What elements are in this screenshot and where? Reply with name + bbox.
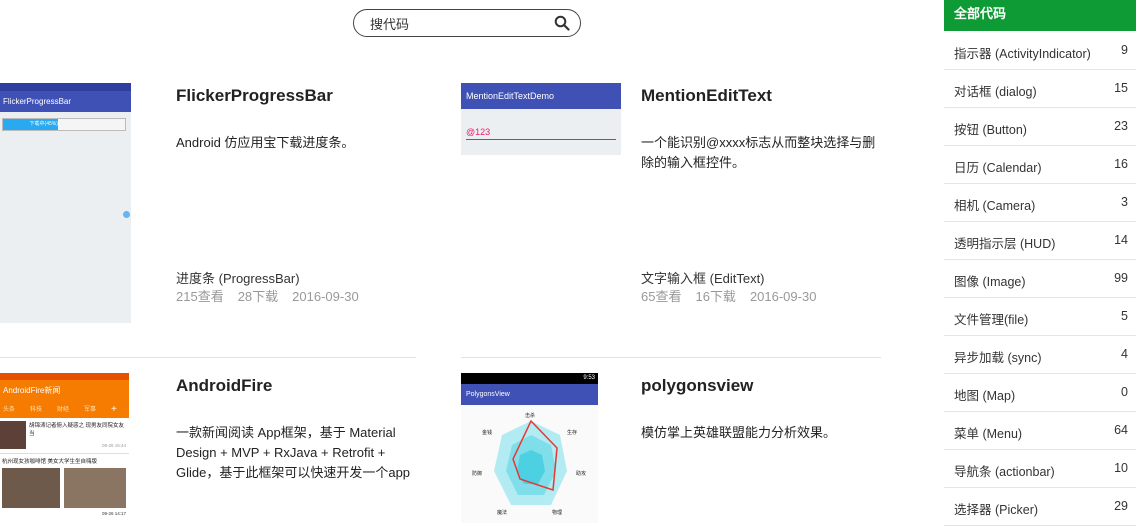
svg-text:生存: 生存 bbox=[567, 429, 577, 436]
project-thumbnail[interactable]: FlickerProgressBar 下载中(45%) bbox=[0, 83, 131, 323]
sidebar-item[interactable]: 日历 (Calendar) 16 bbox=[944, 146, 1136, 184]
news-headline: 胡锦涛记者俯入疑惑之 现男友同院女友当 bbox=[29, 423, 125, 437]
sidebar-item-count: 16 bbox=[1114, 157, 1128, 171]
sidebar-item-count: 3 bbox=[1121, 195, 1128, 209]
project-title[interactable]: MentionEditText bbox=[641, 86, 772, 106]
svg-text:魔法: 魔法 bbox=[497, 509, 507, 516]
svg-text:金钱: 金钱 bbox=[482, 429, 492, 436]
sidebar-item[interactable]: 指示器 (ActivityIndicator) 9 bbox=[944, 32, 1136, 70]
sidebar-item[interactable]: 按钮 (Button) 23 bbox=[944, 108, 1136, 146]
app-bar-title: MentionEditTextDemo bbox=[461, 83, 621, 109]
status-bar: 9:53 bbox=[461, 373, 598, 384]
sidebar-item[interactable]: 对话框 (dialog) 15 bbox=[944, 70, 1136, 108]
sidebar-header[interactable]: 全部代码 bbox=[944, 0, 1136, 31]
app-bar-title: FlickerProgressBar bbox=[0, 91, 131, 112]
project-category[interactable]: 文字输入框 (EditText) bbox=[641, 268, 765, 287]
search-input[interactable] bbox=[368, 13, 552, 35]
sidebar-item-count: 64 bbox=[1114, 423, 1128, 437]
sidebar-item[interactable]: 地图 (Map) 0 bbox=[944, 374, 1136, 412]
sidebar-item[interactable]: 导航条 (actionbar) 10 bbox=[944, 450, 1136, 488]
sidebar-item-label: 日历 (Calendar) bbox=[954, 161, 1042, 175]
publish-date: 2016-09-30 bbox=[749, 289, 817, 304]
sidebar-item-count: 9 bbox=[1121, 43, 1128, 57]
project-description: Android 仿应用宝下载进度条。 bbox=[176, 135, 355, 150]
news-headline: 杭州现女孩咖啡馆 美女大学生坐自嗨版 bbox=[2, 459, 98, 465]
row-divider bbox=[461, 357, 881, 358]
radar-chart: 击杀 生存 助攻 物理 魔法 防御 金钱 bbox=[472, 412, 586, 516]
row-divider bbox=[0, 357, 416, 358]
sidebar-item-count: 29 bbox=[1114, 499, 1128, 513]
sidebar-item-count: 99 bbox=[1114, 271, 1128, 285]
sidebar-item-label: 透明指示层 (HUD) bbox=[954, 237, 1056, 251]
sidebar-item-label: 按钮 (Button) bbox=[954, 123, 1027, 137]
publish-date: 2016-09-30 bbox=[292, 289, 359, 304]
sidebar-item-count: 15 bbox=[1114, 81, 1128, 95]
sidebar-item-label: 菜单 (Menu) bbox=[954, 427, 1023, 441]
progress-fill: 下载中(45%) bbox=[3, 119, 58, 130]
project-stats: 215查看 28下载 2016-09-30 bbox=[176, 286, 373, 305]
sidebar-item[interactable]: 菜单 (Menu) 64 bbox=[944, 412, 1136, 450]
download-count: 28下载 bbox=[237, 289, 279, 304]
sidebar-item[interactable]: 透明指示层 (HUD) 14 bbox=[944, 222, 1136, 260]
project-title[interactable]: AndroidFire bbox=[176, 376, 272, 396]
sidebar-item-label: 异步加载 (sync) bbox=[954, 351, 1042, 365]
sidebar-item-label: 图像 (Image) bbox=[954, 275, 1026, 289]
add-icon: + bbox=[111, 404, 117, 415]
download-count: 16下载 bbox=[695, 289, 736, 304]
sidebar-item-count: 4 bbox=[1121, 347, 1128, 361]
sidebar-item[interactable]: 文件管理(file) 5 bbox=[944, 298, 1136, 336]
sidebar-item-count: 23 bbox=[1114, 119, 1128, 133]
sidebar-item-label: 地图 (Map) bbox=[954, 389, 1016, 403]
svg-text:击杀: 击杀 bbox=[525, 412, 535, 419]
svg-text:物理: 物理 bbox=[552, 509, 562, 516]
sidebar-item-count: 5 bbox=[1121, 309, 1128, 323]
sidebar-item[interactable]: 异步加载 (sync) 4 bbox=[944, 336, 1136, 374]
sidebar-item-label: 选择器 (Picker) bbox=[954, 503, 1039, 517]
mention-text: @123 bbox=[466, 127, 491, 137]
sidebar-item-label: 文件管理(file) bbox=[954, 313, 1029, 327]
sidebar-item[interactable]: 图像 (Image) 99 bbox=[944, 260, 1136, 298]
project-thumbnail[interactable]: MentionEditTextDemo @123 bbox=[461, 83, 621, 155]
progress-bar: 下载中(45%) bbox=[2, 118, 126, 131]
view-count: 215查看 bbox=[176, 289, 224, 304]
sidebar-item-count: 14 bbox=[1114, 233, 1128, 247]
project-description: 一个能识别@xxxx标志从而整块选择与删除的输入框控件。 bbox=[641, 135, 876, 170]
svg-text:防御: 防御 bbox=[472, 470, 482, 477]
search-box[interactable] bbox=[353, 9, 581, 37]
sidebar-item-label: 相机 (Camera) bbox=[954, 199, 1036, 213]
sidebar-item-label: 导航条 (actionbar) bbox=[954, 465, 1055, 479]
news-image bbox=[0, 421, 26, 449]
news-image bbox=[64, 468, 126, 508]
input-underline bbox=[466, 139, 616, 140]
svg-text:助攻: 助攻 bbox=[576, 470, 586, 477]
sidebar-item[interactable]: 相机 (Camera) 3 bbox=[944, 184, 1136, 222]
project-title[interactable]: polygonsview bbox=[641, 376, 753, 396]
sidebar-item-count: 0 bbox=[1121, 385, 1128, 399]
sidebar-item-label: 对话框 (dialog) bbox=[954, 85, 1037, 99]
project-thumbnail[interactable]: 9:53 PolygonsView 击杀 生存 助攻 物理 魔法 防御 金钱 bbox=[461, 373, 598, 523]
view-count: 65查看 bbox=[641, 289, 682, 304]
app-tabs: 头条 科技 财经 军事 + bbox=[0, 402, 129, 418]
news-image bbox=[2, 468, 60, 508]
project-thumbnail[interactable]: AndroidFire新闻 头条 科技 财经 军事 + 胡锦涛记者俯入疑惑之 现… bbox=[0, 373, 129, 523]
project-title[interactable]: FlickerProgressBar bbox=[176, 86, 333, 106]
sidebar-item-label: 指示器 (ActivityIndicator) bbox=[954, 47, 1091, 61]
project-stats: 65查看 16下载 2016-09-30 bbox=[641, 286, 830, 305]
category-sidebar: 全部代码 指示器 (ActivityIndicator) 9 对话框 (dialog… bbox=[944, 0, 1136, 526]
search-icon[interactable] bbox=[554, 15, 570, 31]
project-category[interactable]: 进度条 (ProgressBar) bbox=[176, 268, 300, 287]
sidebar-item-count: 10 bbox=[1114, 461, 1128, 475]
app-bar-title: AndroidFire新闻 bbox=[0, 380, 129, 402]
scroll-dot bbox=[123, 211, 130, 218]
project-description: 模仿掌上英雄联盟能力分析效果。 bbox=[641, 425, 837, 440]
sidebar-item[interactable]: 选择器 (Picker) 29 bbox=[944, 488, 1136, 526]
app-bar-title: PolygonsView bbox=[461, 384, 598, 405]
project-description: 一款新闻阅读 App框架，基于 Material Design + MVP + … bbox=[176, 425, 411, 480]
